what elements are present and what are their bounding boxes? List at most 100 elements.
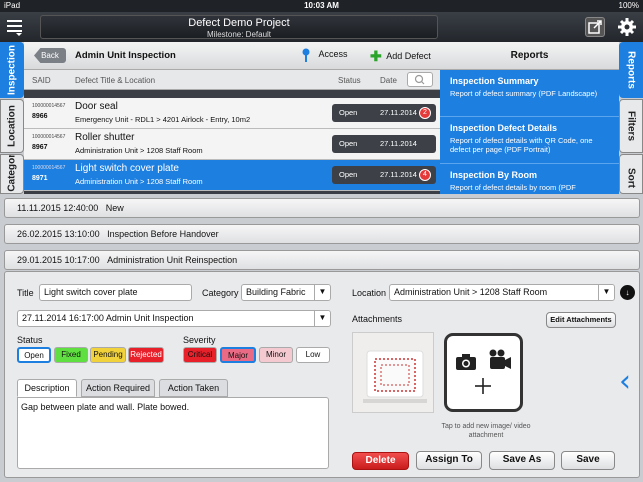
defect-form: Title Light switch cover plate Category … xyxy=(4,271,640,478)
status-rejected-chip[interactable]: Rejected xyxy=(128,347,164,363)
history-datetime: 29.01.2015 10:17:00 xyxy=(17,255,100,265)
said-number: 8967 xyxy=(32,144,48,151)
save-as-button[interactable]: Save As xyxy=(489,451,555,470)
download-icon[interactable]: ↓ xyxy=(620,285,635,300)
inspection-value: 27.11.2014 16:17:00 Admin Unit Inspectio… xyxy=(22,313,194,323)
said-code: 100000014567 xyxy=(32,165,66,171)
col-status: Status xyxy=(338,76,361,85)
table-row[interactable]: 100000014567 8967 Roller shutter Adminis… xyxy=(24,129,440,160)
add-defect-label: Add Defect xyxy=(386,50,431,61)
history-label: New xyxy=(105,203,124,213)
description-textarea[interactable]: Gap between plate and wall. Plate bowed. xyxy=(17,397,329,469)
tab-inspection[interactable]: Inspection xyxy=(0,42,24,98)
tab-category[interactable]: Category xyxy=(0,154,24,194)
search-icon[interactable] xyxy=(407,72,433,87)
status-fixed-chip[interactable]: Fixed xyxy=(54,347,88,363)
plus-icon: ✚ xyxy=(370,48,382,64)
report-item[interactable]: Inspection Defect Details Report of defe… xyxy=(440,117,619,164)
column-header: SAID Defect Title & Location Status Date xyxy=(24,70,440,90)
category-value: Building Fabric xyxy=(246,287,306,297)
severity-minor-chip[interactable]: Minor xyxy=(259,347,293,363)
severity-critical-chip[interactable]: Critical xyxy=(183,347,217,363)
report-name: Inspection Summary xyxy=(450,76,539,86)
tab-location-label: Location xyxy=(6,105,18,147)
tab-action-required[interactable]: Action Required xyxy=(81,379,155,397)
chevron-left-icon[interactable]: ‹ xyxy=(619,357,635,407)
status-pending-chip[interactable]: Pending xyxy=(90,347,126,363)
status-pill: Open 27.11.2014 4 xyxy=(332,166,436,184)
severity-major-chip[interactable]: Major xyxy=(220,347,256,363)
status-open-chip[interactable]: Open xyxy=(17,347,51,363)
history-label: Inspection Before Handover xyxy=(107,229,219,239)
tab-reports-label: Reports xyxy=(625,51,637,89)
status-text: Open xyxy=(339,139,358,148)
table-row-selected[interactable]: 100000014567 8971 Light switch cover pla… xyxy=(24,160,440,191)
defect-list-panel: Back Admin Unit Inspection Access ✚ Add … xyxy=(24,42,440,194)
tab-reports[interactable]: Reports xyxy=(619,42,643,98)
report-name: Inspection By Room xyxy=(450,170,538,180)
tab-inspection-label: Inspection xyxy=(6,44,18,96)
milestone-label: Milestone: Default xyxy=(206,30,272,39)
attachment-thumbnail[interactable] xyxy=(352,332,434,413)
col-date: Date xyxy=(380,76,397,85)
plus-icon xyxy=(475,378,491,394)
defect-title: Roller shutter xyxy=(75,132,135,143)
back-button[interactable]: Back xyxy=(34,48,66,63)
report-item[interactable]: Inspection By Room Report of defect deta… xyxy=(440,164,619,194)
defect-location: Administration Unit > 1208 Staff Room xyxy=(75,177,203,186)
tab-filters[interactable]: Filters xyxy=(619,99,643,153)
battery-label: 100% xyxy=(618,1,639,10)
delete-button[interactable]: Delete xyxy=(352,452,409,470)
said-code: 100000014567 xyxy=(32,134,66,140)
export-icon[interactable] xyxy=(585,17,605,37)
table-row[interactable]: 100000014567 8966 Door seal Emergency Un… xyxy=(24,98,440,129)
edit-attachments-button[interactable]: Edit Attachments xyxy=(546,312,616,328)
inspection-title: Admin Unit Inspection xyxy=(75,50,176,61)
add-media-button[interactable] xyxy=(444,333,523,412)
location-value: Administration Unit > 1208 Staff Room xyxy=(394,287,548,297)
video-camera-icon xyxy=(489,349,511,369)
tab-location[interactable]: Location xyxy=(0,99,24,153)
history-row[interactable]: 29.01.2015 10:17:00 Administration Unit … xyxy=(4,250,640,270)
col-title: Defect Title & Location xyxy=(75,76,156,85)
photo-image xyxy=(353,333,433,412)
save-button[interactable]: Save xyxy=(561,451,615,470)
tab-filters-label: Filters xyxy=(625,110,637,142)
tab-description[interactable]: Description xyxy=(17,379,77,397)
title-input[interactable]: Light switch cover plate xyxy=(39,284,192,301)
add-defect-button[interactable]: ✚ Add Defect xyxy=(370,48,431,65)
menu-icon[interactable] xyxy=(6,17,24,37)
inspection-select[interactable]: 27.11.2014 16:17:00 Admin Unit Inspectio… xyxy=(17,310,331,327)
category-select[interactable]: Building Fabric ▼ xyxy=(241,284,331,301)
report-desc: Report of defect details with QR Code, o… xyxy=(450,136,593,154)
date-text: 27.11.2014 xyxy=(380,170,417,179)
history-row[interactable]: 11.11.2015 12:40:00 New xyxy=(4,198,640,218)
history-row[interactable]: 26.02.2015 13:10:00 Inspection Before Ha… xyxy=(4,224,640,244)
access-button[interactable]: Access xyxy=(302,48,348,62)
location-label: Location xyxy=(352,288,387,298)
severity-low-chip[interactable]: Low xyxy=(296,347,330,363)
add-media-hint: Tap to add new image/ video attachment xyxy=(441,423,531,439)
title-label: Title xyxy=(17,288,34,298)
tab-category-label: Category xyxy=(6,154,18,192)
defect-location: Administration Unit > 1208 Staff Room xyxy=(75,146,203,155)
severity-label: Severity xyxy=(183,335,216,345)
report-item[interactable]: Inspection Summary Report of defect summ… xyxy=(440,70,619,117)
tab-action-taken[interactable]: Action Taken xyxy=(159,379,228,397)
report-desc: Report of defect summary (PDF Landscape) xyxy=(450,89,598,98)
history-datetime: 26.02.2015 13:10:00 xyxy=(17,229,100,239)
defect-title: Door seal xyxy=(75,101,118,112)
assign-to-button[interactable]: Assign To xyxy=(416,451,482,470)
status-label: Status xyxy=(17,335,43,345)
key-icon xyxy=(302,48,310,62)
tab-sort-label: Sort xyxy=(625,167,637,188)
access-label: Access xyxy=(318,49,348,60)
said-number: 8971 xyxy=(32,175,48,182)
reports-title: Reports xyxy=(440,42,619,70)
gear-icon[interactable] xyxy=(616,17,638,37)
location-select[interactable]: Administration Unit > 1208 Staff Room ▼ xyxy=(389,284,615,301)
status-bar: iPad 10:03 AM 100% xyxy=(0,0,643,12)
attachments-label: Attachments xyxy=(352,314,403,324)
tab-sort[interactable]: Sort xyxy=(619,154,643,194)
project-title-box[interactable]: Defect Demo Project Milestone: Default xyxy=(40,15,438,39)
